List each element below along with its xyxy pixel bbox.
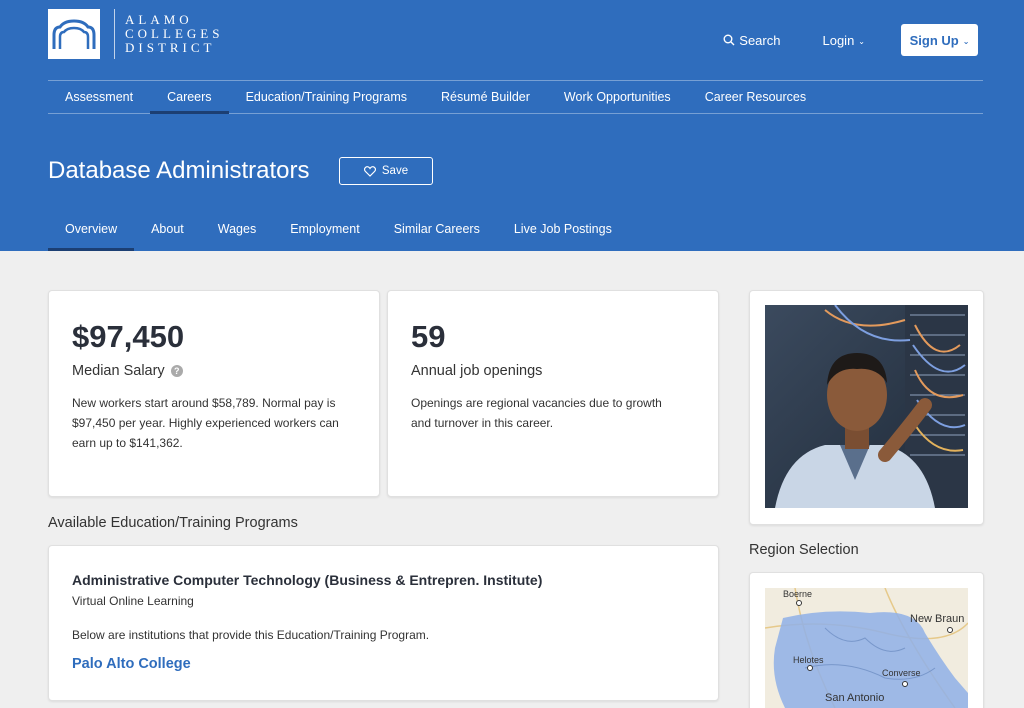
nav-item-assessment[interactable]: Assessment	[48, 81, 150, 113]
job-openings-card: 59 Annual job openings Openings are regi…	[387, 290, 719, 497]
logo-wordmark: ALAMO COLLEGES DISTRICT	[125, 13, 223, 55]
search-link[interactable]: Search	[723, 33, 780, 48]
alamo-colleges-logo[interactable]: ALAMO COLLEGES DISTRICT	[48, 8, 232, 60]
program-title[interactable]: Administrative Computer Technology (Busi…	[72, 572, 695, 588]
median-salary-description: New workers start around $58,789. Normal…	[72, 396, 339, 450]
site-header: ALAMO COLLEGES DISTRICT Search Login ⌄ S…	[0, 0, 1024, 251]
region-heading: Region Selection	[749, 542, 859, 558]
nav-item-work-opportunities[interactable]: Work Opportunities	[547, 81, 688, 113]
logo-divider	[114, 9, 115, 59]
tab-overview[interactable]: Overview	[48, 210, 135, 251]
login-label: Login	[822, 32, 855, 48]
program-note: Below are institutions that provide this…	[72, 628, 430, 642]
map-city-label: Helotes	[793, 655, 824, 665]
map-city-label: New Braun	[910, 613, 965, 625]
tab-employment[interactable]: Employment	[273, 210, 376, 248]
median-salary-value: $97,450	[72, 319, 185, 354]
median-salary-label-row: Median Salary ?	[72, 363, 356, 379]
login-dropdown[interactable]: Login ⌄	[822, 33, 865, 48]
chevron-down-icon: ⌄	[858, 36, 865, 46]
tab-about[interactable]: About	[134, 210, 201, 248]
nav-item-education-training-programs[interactable]: Education/Training Programs	[229, 81, 424, 113]
program-card: Administrative Computer Technology (Busi…	[48, 545, 719, 701]
logo-line: COLLEGES	[125, 26, 224, 41]
main-nav: Assessment Careers Education/Training Pr…	[48, 80, 983, 114]
sign-up-label: Sign Up	[909, 32, 959, 48]
logo-line: DISTRICT	[125, 40, 216, 55]
save-label: Save	[381, 165, 409, 177]
career-tabs: Overview About Wages Employment Similar …	[48, 210, 629, 251]
logo-line: ALAMO	[125, 12, 193, 27]
chevron-down-icon: ⌄	[962, 36, 970, 46]
programs-heading: Available Education/Training Programs	[48, 515, 298, 531]
job-openings-label: Annual job openings	[411, 363, 543, 379]
map-city-label: Boerne	[783, 589, 813, 599]
nav-item-career-resources[interactable]: Career Resources	[688, 81, 823, 113]
tab-wages[interactable]: Wages	[201, 210, 273, 248]
search-icon	[723, 34, 735, 46]
median-salary-label: Median Salary	[72, 363, 165, 379]
tab-live-job-postings[interactable]: Live Job Postings	[497, 210, 629, 248]
map-city-label: San Antonio	[825, 692, 885, 704]
top-actions: Search Login ⌄ Sign Up ⌄	[723, 24, 978, 56]
median-salary-card: $97,450 Median Salary ? New workers star…	[48, 290, 380, 497]
nav-item-careers[interactable]: Careers	[150, 81, 230, 114]
sign-up-button[interactable]: Sign Up ⌄	[901, 24, 978, 56]
job-openings-description: Openings are regional vacancies due to g…	[411, 396, 662, 430]
program-subtitle: Virtual Online Learning	[72, 594, 194, 608]
nav-item-resume-builder[interactable]: Résumé Builder	[424, 81, 547, 113]
institution-link[interactable]: Palo Alto College	[72, 656, 191, 672]
tab-similar-careers[interactable]: Similar Careers	[377, 210, 497, 248]
save-button[interactable]: Save	[339, 157, 433, 185]
alamo-arch-logo-icon	[48, 9, 100, 59]
career-photo	[765, 305, 968, 508]
region-map[interactable]: Boerne New Braun Helotes Converse San An…	[765, 588, 968, 708]
heart-icon	[363, 165, 376, 177]
search-label: Search	[739, 32, 781, 48]
map-city-label: Converse	[882, 668, 921, 678]
job-openings-value: 59	[411, 319, 446, 354]
question-mark-icon[interactable]: ?	[170, 365, 183, 377]
page-title: Database Administrators	[48, 157, 310, 184]
